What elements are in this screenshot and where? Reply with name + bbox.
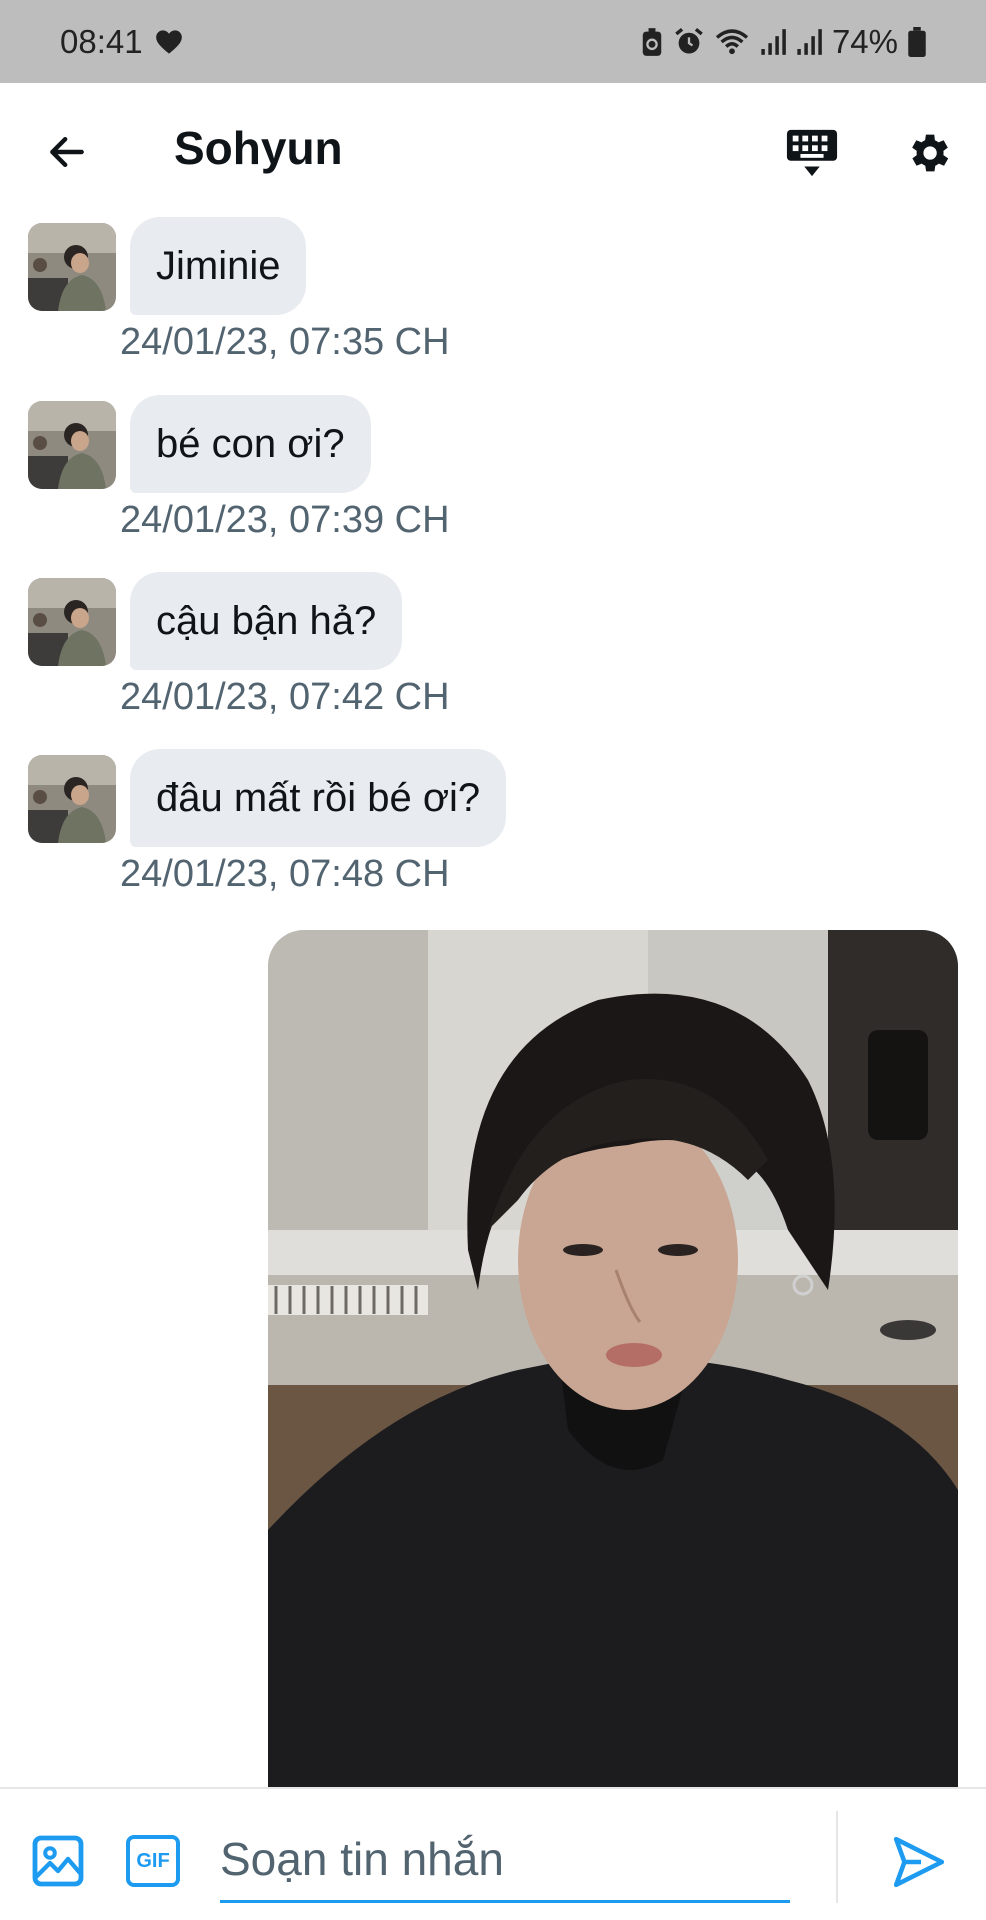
message-timestamp: 24/01/23, 07:35 CH — [120, 321, 450, 363]
send-icon — [893, 1836, 945, 1888]
heart-icon — [155, 29, 183, 55]
status-bar-right: 74% — [640, 23, 926, 61]
battery-icon — [908, 26, 926, 57]
battery-percent: 74% — [831, 22, 898, 60]
message-input[interactable] — [220, 1817, 790, 1903]
message-timestamp: 24/01/23, 07:48 CH — [120, 853, 450, 895]
signal-icon — [760, 28, 786, 56]
image-icon — [32, 1835, 84, 1887]
settings-button[interactable] — [896, 121, 960, 185]
gear-icon — [912, 134, 949, 172]
composer-divider — [836, 1811, 838, 1903]
message-timestamp: 24/01/23, 07:42 CH — [120, 676, 450, 718]
battery-saver-icon — [640, 27, 664, 57]
gif-icon: GIF — [136, 1849, 170, 1872]
sent-photo[interactable] — [268, 930, 958, 1787]
attach-image-button[interactable] — [32, 1835, 84, 1887]
message-composer: GIF — [0, 1787, 986, 1920]
keyboard-icon — [786, 129, 838, 177]
alarm-icon — [674, 27, 704, 57]
avatar[interactable] — [28, 578, 116, 666]
send-button[interactable] — [892, 1835, 946, 1889]
keyboard-shortcuts-button[interactable] — [780, 121, 844, 185]
avatar[interactable] — [28, 223, 116, 311]
status-time: 08:41 — [60, 22, 143, 60]
avatar[interactable] — [28, 401, 116, 489]
wifi-icon — [714, 27, 750, 57]
conversation-header: Sohyun — [0, 83, 986, 217]
signal-icon — [796, 28, 822, 56]
status-bar-left: 08:41 — [60, 23, 183, 61]
message-bubble[interactable]: Jiminie — [130, 217, 307, 315]
message-list[interactable]: Jiminie 24/01/23, 07:35 CH bé con ơi? 24… — [0, 217, 986, 1787]
message-timestamp: 24/01/23, 07:39 CH — [120, 499, 450, 541]
gif-button[interactable]: GIF — [126, 1835, 180, 1887]
back-button[interactable] — [40, 125, 94, 179]
avatar[interactable] — [28, 755, 116, 843]
status-bar: 08:41 74% — [0, 0, 986, 83]
message-bubble[interactable]: cậu bận hả? — [130, 572, 403, 670]
message-bubble[interactable]: đâu mất rồi bé ơi? — [130, 749, 507, 847]
back-arrow-icon — [50, 136, 84, 168]
conversation-title[interactable]: Sohyun — [174, 121, 343, 175]
message-bubble[interactable]: bé con ơi? — [130, 395, 371, 493]
